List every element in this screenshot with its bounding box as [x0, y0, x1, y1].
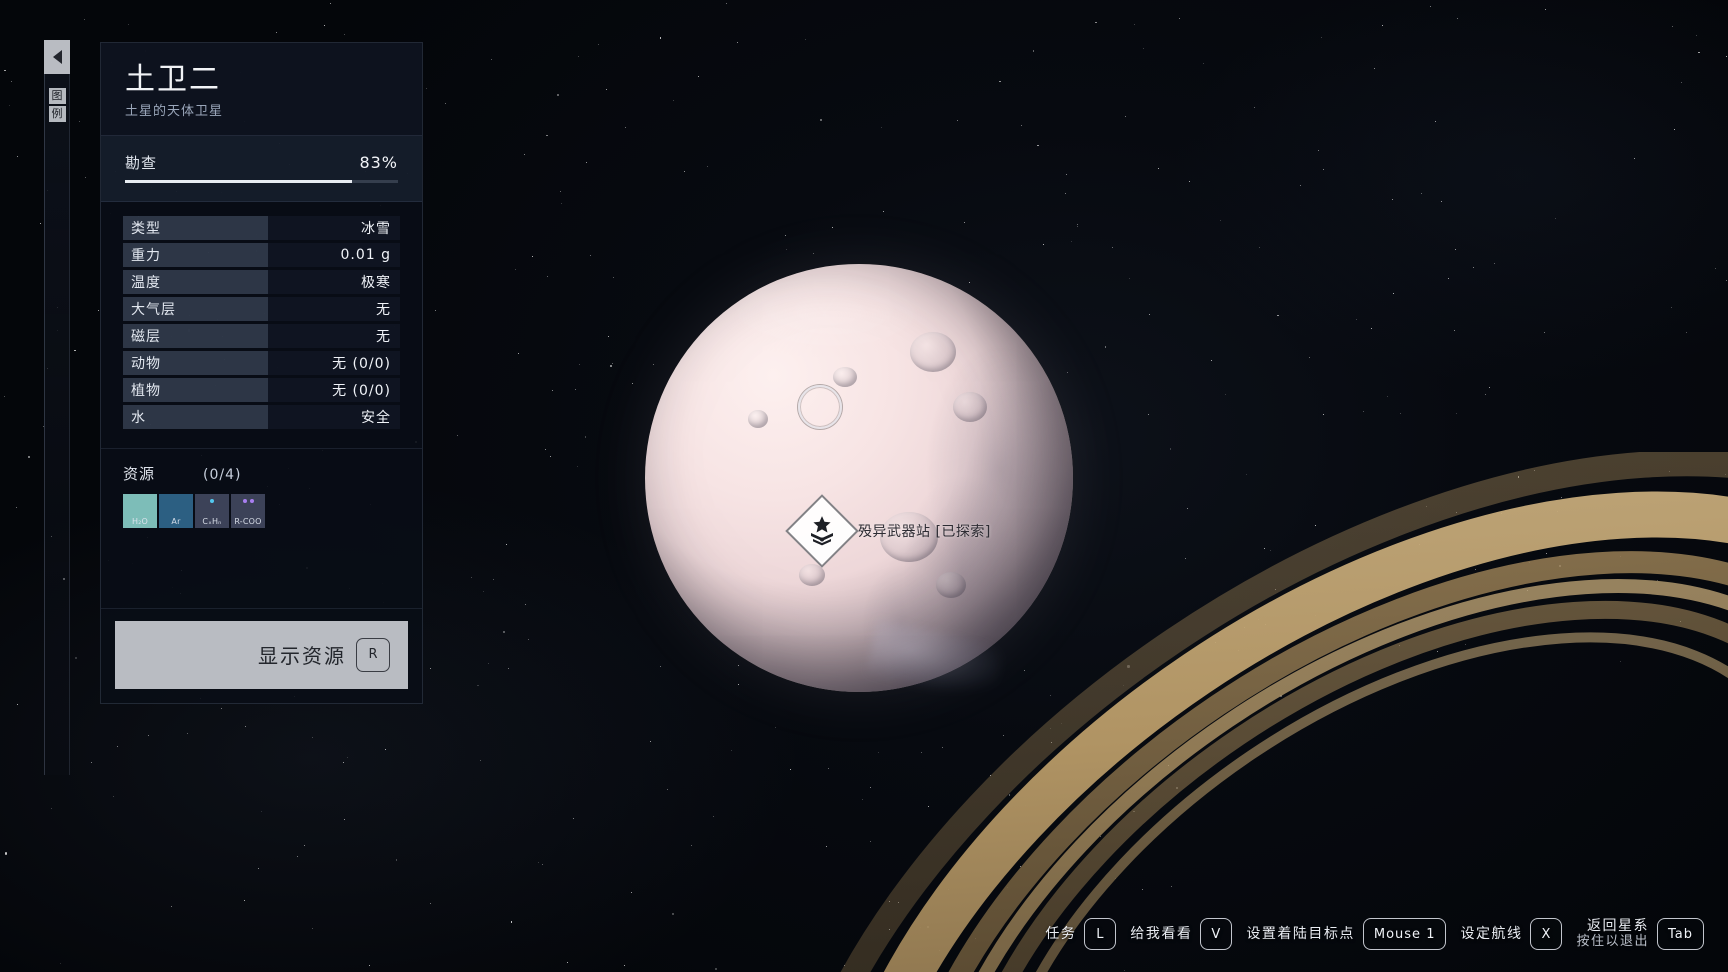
rail-tab-legend[interactable]: 图 例: [47, 88, 67, 122]
stat-key: 重力: [123, 242, 268, 267]
planet-enceladus: [645, 264, 1073, 703]
collapse-panel-button[interactable]: [44, 40, 70, 74]
survey-progress-block: 勘查 83%: [101, 135, 422, 202]
poi-label: 殁异武器站 [已探索]: [858, 524, 991, 540]
table-row: 大气层无: [123, 296, 400, 321]
stat-value: 冰雪: [268, 215, 400, 240]
show-resources-keycap: R: [356, 637, 390, 672]
resource-chip-label: H₂O: [131, 516, 149, 526]
table-row: 磁层无: [123, 323, 400, 348]
table-row: 重力 0.01 g: [123, 242, 400, 267]
hud-action[interactable]: 任务 L: [1045, 918, 1117, 950]
hud-action-label: 返回星系 按住以退出: [1576, 918, 1649, 949]
stat-value: 0.01 g: [268, 242, 400, 267]
resource-chip[interactable]: CₓHₙ: [195, 493, 229, 528]
hud-action[interactable]: 给我看看 V: [1130, 918, 1233, 950]
show-resources-button[interactable]: 显示资源 R: [115, 620, 408, 689]
chevron-left-icon: [52, 50, 62, 64]
resources-section: 资源 (0/4) H₂O Ar CₓHₙ R-COO: [101, 447, 422, 608]
hud-action-label-sub: 按住以退出: [1576, 933, 1649, 949]
stat-key: 类型: [123, 215, 268, 240]
hud-action-label: 任务: [1045, 926, 1076, 942]
resource-chip-label: CₓHₙ: [202, 516, 222, 526]
resource-chip[interactable]: R-COO: [231, 493, 265, 528]
show-resources-label: 显示资源: [258, 644, 346, 669]
hud-action-label-main: 设定航线: [1460, 925, 1523, 942]
scan-ring-marker[interactable]: [798, 385, 842, 429]
planet-info-panel: 土卫二 土星的天体卫星 勘查 83% 类型 冰雪 重力 0.01 g 温度 极寒 大气层无磁…: [100, 42, 423, 704]
hud-action-label: 给我看看: [1130, 926, 1192, 942]
resources-title: 资源: [123, 464, 156, 483]
resource-rarity-dots: [231, 498, 265, 503]
rail-tab-char-2: 例: [48, 106, 66, 122]
rarity-dot: [249, 498, 254, 503]
table-row: 植物无 (0/0): [123, 377, 400, 402]
rail-tab-char-1: 图: [48, 88, 66, 104]
stat-key: 水: [123, 404, 268, 429]
table-row: 温度 极寒: [123, 269, 400, 294]
table-row: 动物无 (0/0): [123, 350, 400, 375]
game-screen: 殁异武器站 [已探索] 图 例 土卫二 土星的天体卫星 勘查 83% 类型 冰雪重…: [0, 0, 1728, 972]
outpost-star-icon: [785, 494, 859, 568]
hud-action-label-main: 返回星系: [1586, 918, 1649, 935]
hud-action[interactable]: 设定航线 X: [1460, 918, 1563, 950]
poi-marker[interactable]: 殁异武器站 [已探索]: [785, 494, 991, 568]
panel-subtitle: 土星的天体卫星: [125, 103, 224, 119]
resource-rarity-dots: [195, 498, 229, 503]
hud-action-label-main: 给我看看: [1130, 925, 1193, 942]
rarity-dot: [242, 498, 247, 503]
resource-chip-list: H₂O Ar CₓHₙ R-COO: [123, 493, 400, 528]
hud-action[interactable]: 设置着陆目标点 Mouse 1: [1246, 918, 1447, 950]
hud-keycap[interactable]: X: [1530, 918, 1563, 950]
table-row: 类型 冰雪: [123, 215, 400, 240]
stat-value: 无 (0/0): [268, 377, 400, 402]
resource-chip[interactable]: Ar: [159, 493, 193, 528]
resource-chip-label: R-COO: [234, 516, 262, 526]
hud-action-label-main: 任务: [1045, 925, 1077, 942]
hud-action[interactable]: 返回星系 按住以退出 Tab: [1576, 918, 1704, 950]
stat-key: 温度: [123, 269, 268, 294]
resource-chip-label: Ar: [171, 516, 181, 526]
table-row: 水安全: [123, 404, 400, 429]
stat-value: 无: [268, 296, 400, 321]
stat-value: 无: [268, 323, 400, 348]
survey-label: 勘查: [125, 153, 158, 172]
survey-percent: 83%: [359, 152, 398, 172]
panel-footer: 显示资源 R: [101, 607, 422, 703]
bottom-hud-bar: 任务 L 给我看看 V 设置着陆目标点 Mouse 1 设定航线 X 返回星系 按住以退出 Tab: [1045, 918, 1704, 950]
hud-action-label-main: 设置着陆目标点: [1246, 925, 1355, 942]
hud-keycap[interactable]: Mouse 1: [1362, 918, 1447, 950]
page-title: 土卫二: [125, 62, 221, 97]
hud-keycap[interactable]: V: [1200, 918, 1233, 950]
hud-keycap[interactable]: Tab: [1656, 918, 1704, 950]
survey-progress-bar: [125, 179, 398, 183]
stat-key: 动物: [123, 350, 268, 375]
hud-action-label: 设置着陆目标点: [1246, 926, 1355, 942]
hud-action-label: 设定航线: [1460, 926, 1522, 942]
stat-value: 极寒: [268, 269, 400, 294]
hud-keycap[interactable]: L: [1084, 918, 1117, 950]
panel-header: 土卫二 土星的天体卫星: [101, 43, 422, 136]
left-rail: [44, 40, 70, 775]
resource-chip[interactable]: H₂O: [123, 493, 157, 528]
stat-value: 无 (0/0): [268, 350, 400, 375]
rarity-dot: [210, 498, 214, 503]
stat-key: 磁层: [123, 323, 268, 348]
survey-progress-fill: [125, 179, 352, 183]
stat-key: 植物: [123, 377, 268, 402]
resources-count: (0/4): [203, 466, 242, 483]
stat-value: 安全: [268, 404, 400, 429]
stat-key: 大气层: [123, 296, 268, 321]
planet-stats-table: 类型 冰雪 重力 0.01 g 温度 极寒 大气层无磁层无动物无 (0/0) 植物无 (0/0…: [101, 202, 422, 448]
